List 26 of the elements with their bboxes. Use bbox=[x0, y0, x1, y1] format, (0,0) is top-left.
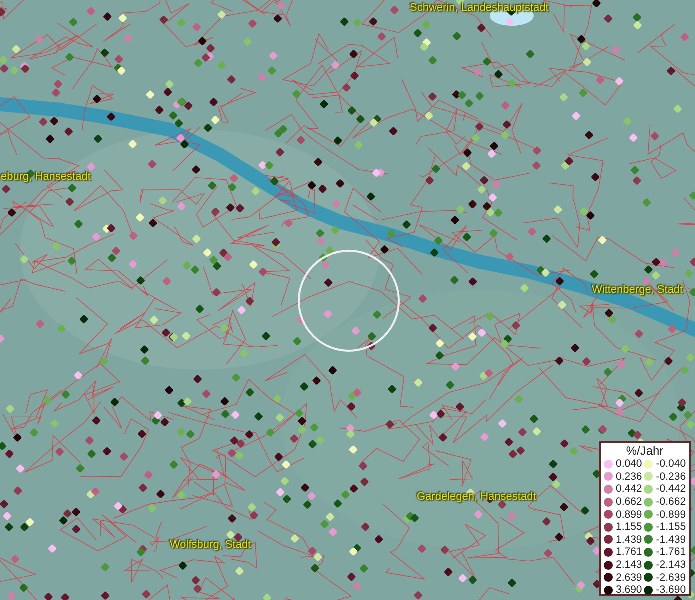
legend-value: 3.690 bbox=[616, 584, 642, 596]
legend-value: -2.143 bbox=[656, 559, 686, 572]
legend-value: 0.662 bbox=[616, 496, 642, 508]
legend-title: %/Jahr bbox=[625, 444, 665, 458]
legend-value: 0.236 bbox=[616, 470, 642, 483]
legend-value: 1.439 bbox=[616, 534, 642, 546]
legend-value: 1.155 bbox=[616, 521, 642, 534]
legend-value: 2.639 bbox=[616, 572, 642, 584]
legend-value: -1.761 bbox=[656, 546, 686, 558]
legend-value: -2.639 bbox=[656, 572, 686, 584]
legend-value: -0.236 bbox=[656, 470, 686, 483]
locator-circle-icon bbox=[297, 249, 401, 353]
legend-value: -0.662 bbox=[656, 496, 686, 508]
place-label: Wittenberge, Stadt bbox=[592, 284, 684, 296]
legend-value: -3.690 bbox=[656, 584, 686, 596]
legend-value: -0.040 bbox=[656, 458, 686, 470]
legend-value: 2.143 bbox=[616, 559, 642, 572]
legend-value: 0.040 bbox=[616, 458, 642, 470]
legend-value: -1.155 bbox=[656, 521, 686, 534]
legend-value: 0.442 bbox=[616, 483, 642, 496]
legend-value: 1.761 bbox=[616, 546, 642, 558]
legend-value: 0.899 bbox=[616, 508, 642, 521]
legend-value: -0.899 bbox=[656, 508, 686, 521]
legend-value: -0.442 bbox=[656, 483, 686, 496]
legend-value: -1.439 bbox=[656, 534, 686, 546]
place-label: Wolfsburg, Stadt bbox=[170, 539, 252, 551]
